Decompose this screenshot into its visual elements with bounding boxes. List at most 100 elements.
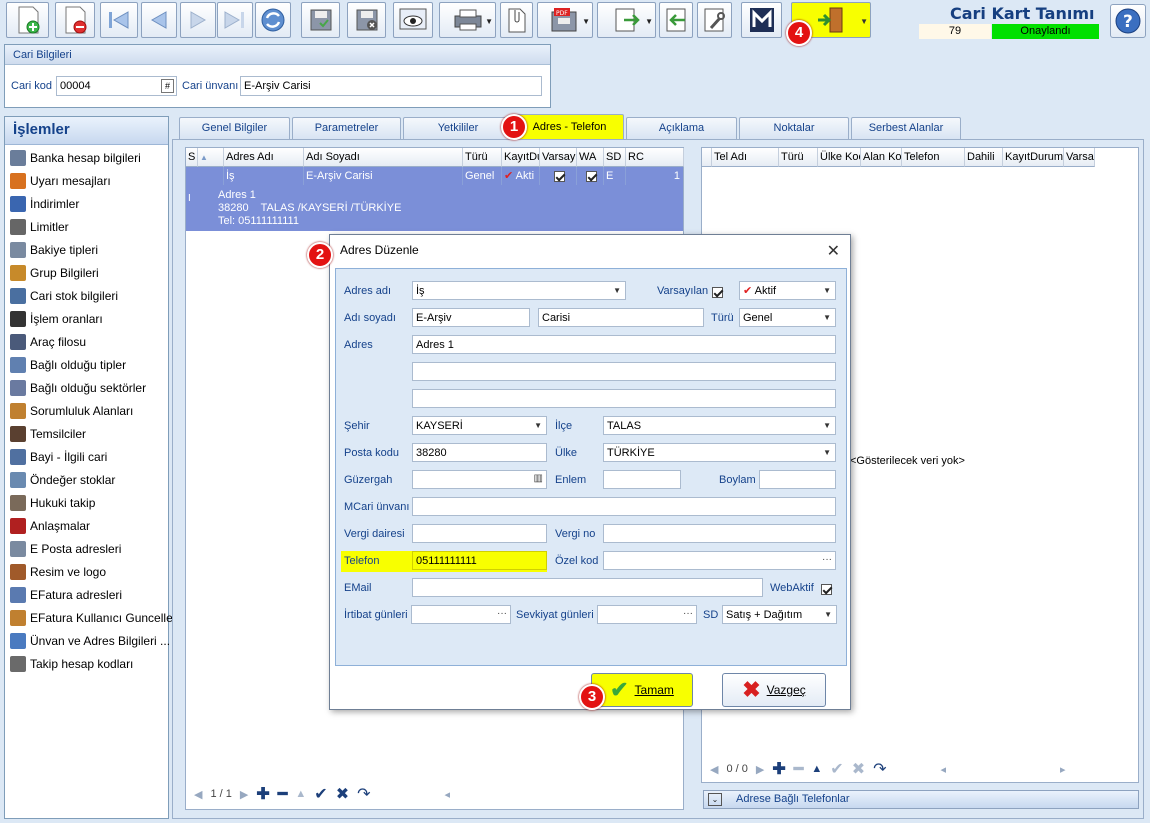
vergi-no-input[interactable]: [603, 524, 836, 543]
sidebar-item-group[interactable]: Grup Bilgileri: [5, 261, 168, 284]
col-header-rc[interactable]: RC: [626, 148, 684, 167]
previous-page-icon[interactable]: ◀: [710, 763, 718, 776]
tab-parametreler[interactable]: Parametreler: [292, 117, 401, 139]
webaktif-checkbox[interactable]: [821, 582, 832, 596]
tab-noktalar[interactable]: Noktalar: [739, 117, 849, 139]
first-record-button[interactable]: [100, 2, 138, 38]
sidebar-item-address[interactable]: Ünvan ve Adres Bilgileri ...: [5, 629, 170, 652]
sidebar-item-warning[interactable]: Uyarı mesajları: [5, 169, 168, 192]
sidebar-item-fleet[interactable]: Araç filosu: [5, 330, 168, 353]
cancel-edit-icon[interactable]: ✖: [336, 784, 349, 804]
sidebar-item-bank[interactable]: Banka hesap bilgileri: [5, 146, 168, 169]
col-header-varsayilan[interactable]: Varsa: [1064, 148, 1095, 167]
help-button[interactable]: ?: [1110, 4, 1146, 38]
tab-yetkililer[interactable]: Yetkililer: [403, 117, 513, 139]
add-row-icon[interactable]: ✚: [256, 784, 269, 804]
pdf-export-button[interactable]: PDF ▼: [537, 2, 593, 38]
export-button[interactable]: ▼: [597, 2, 656, 38]
status-select[interactable]: ✔ Aktif ▼: [739, 281, 836, 300]
guzergah-input[interactable]: ▥: [412, 470, 547, 489]
col-header-dahili[interactable]: Dahili: [965, 148, 1003, 167]
checkbox-icon[interactable]: [585, 170, 597, 182]
turu-select[interactable]: Genel ▼: [739, 308, 836, 327]
col-header-tel-adi[interactable]: Tel Adı: [712, 148, 779, 167]
previous-page-icon[interactable]: ◀: [194, 788, 202, 801]
email-input[interactable]: [412, 578, 763, 597]
checkbox-icon[interactable]: [553, 170, 565, 182]
col-header-kayit[interactable]: KayıtDu: [502, 148, 540, 167]
remove-row-icon[interactable]: ━: [794, 759, 804, 779]
next-page-icon[interactable]: ▶: [756, 763, 764, 776]
cancel-edit-icon[interactable]: ✖: [852, 759, 865, 779]
ilce-select[interactable]: TALAS ▼: [603, 416, 836, 435]
col-header-wa[interactable]: WA: [577, 148, 604, 167]
grid-lookup-icon[interactable]: ▥: [534, 471, 543, 487]
sidebar-item-image[interactable]: Resim ve logo: [5, 560, 168, 583]
next-page-icon[interactable]: ▶: [240, 788, 248, 801]
move-up-icon[interactable]: ▲: [295, 788, 306, 800]
grid-lookup-icon[interactable]: #: [161, 79, 174, 93]
vazgec-button[interactable]: ✖ Vazgeç: [722, 673, 826, 707]
confirm-icon[interactable]: ✔: [830, 759, 843, 779]
enlem-input[interactable]: [603, 470, 681, 489]
ulke-select[interactable]: TÜRKİYE ▼: [603, 443, 836, 462]
add-row-icon[interactable]: ✚: [772, 759, 785, 779]
last-record-button[interactable]: [217, 2, 253, 38]
col-header-sd[interactable]: SD: [604, 148, 626, 167]
confirm-icon[interactable]: ✔: [314, 784, 327, 804]
sidebar-item-einvoice[interactable]: EFatura adresleri: [5, 583, 168, 606]
soyadi-input[interactable]: Carisi: [538, 308, 704, 327]
adres-line-2[interactable]: [412, 362, 836, 381]
col-header-kayit-durumu[interactable]: KayıtDurumu: [1003, 148, 1064, 167]
sidebar-item-discount[interactable]: İndirimler: [5, 192, 168, 215]
adres-line-1[interactable]: Adres 1: [412, 335, 836, 354]
tab-aciklama[interactable]: Açıklama: [626, 117, 737, 139]
cancel-save-button[interactable]: [347, 2, 386, 38]
ellipsis-icon[interactable]: ···: [683, 606, 693, 622]
telefon-input[interactable]: 05111111111: [412, 551, 547, 570]
import-button[interactable]: [659, 2, 693, 38]
undo-icon[interactable]: ↷: [873, 759, 886, 779]
irtibat-gunleri-input[interactable]: ···: [411, 605, 511, 624]
sidebar-item-legal[interactable]: Hukuki takip: [5, 491, 168, 514]
sidebar-item-stock[interactable]: Cari stok bilgileri: [5, 284, 168, 307]
tab-genel-bilgiler[interactable]: Genel Bilgiler: [179, 117, 290, 139]
cari-unvan-input[interactable]: E-Arşiv Carisi: [240, 76, 542, 96]
adi-input[interactable]: E-Arşiv: [412, 308, 530, 327]
logo-m-button[interactable]: [741, 2, 782, 38]
ellipsis-icon[interactable]: ···: [497, 606, 507, 622]
sidebar-item-responsibility[interactable]: Sorumluluk Alanları: [5, 399, 168, 422]
tamam-button[interactable]: ✔ Tamam: [591, 673, 693, 707]
sehir-select[interactable]: KAYSERİ ▼: [412, 416, 547, 435]
previous-record-button[interactable]: [141, 2, 177, 38]
col-header-turu[interactable]: Türü: [779, 148, 818, 167]
preview-button[interactable]: [393, 2, 433, 38]
cari-kod-input[interactable]: 00004 #: [56, 76, 177, 96]
attach-button[interactable]: [500, 2, 533, 38]
tab-adres-telefon[interactable]: Adres - Telefon: [515, 114, 624, 139]
sidebar-item-types[interactable]: Bağlı olduğu tipler: [5, 353, 168, 376]
vergi-dairesi-input[interactable]: [412, 524, 547, 543]
remove-row-icon[interactable]: ━: [278, 784, 288, 804]
sidebar-item-agreement[interactable]: Anlaşmalar: [5, 514, 168, 537]
sidebar-item-einvoice-user[interactable]: EFatura Kullanıcı Guncelle: [5, 606, 173, 629]
phones-collapse-bar[interactable]: ⌄ Adrese Bağlı Telefonlar: [703, 790, 1139, 809]
sidebar-item-dealer[interactable]: Bayi - İlgili cari: [5, 445, 168, 468]
col-header-turu[interactable]: Türü: [463, 148, 502, 167]
tab-serbest-alanlar[interactable]: Serbest Alanlar: [851, 117, 961, 139]
col-header-s[interactable]: S: [186, 148, 198, 167]
sidebar-item-sectors[interactable]: Bağlı olduğu sektörler: [5, 376, 168, 399]
move-up-icon[interactable]: ▲: [811, 763, 822, 775]
close-icon[interactable]: ✕: [827, 241, 840, 261]
selected-row[interactable]: İş E-Arşiv Carisi Genel ✔ Akti E 1 I Adr…: [186, 167, 683, 231]
sidebar-item-default-stock[interactable]: Öndeğer stoklar: [5, 468, 168, 491]
add-record-button[interactable]: [6, 2, 49, 38]
sidebar-item-percent[interactable]: İşlem oranları: [5, 307, 168, 330]
print-button[interactable]: ▼: [439, 2, 496, 38]
next-record-button[interactable]: [180, 2, 216, 38]
sidebar-item-email[interactable]: E Posta adresleri: [5, 537, 168, 560]
sevkiyat-gunleri-input[interactable]: ···: [597, 605, 697, 624]
boylam-input[interactable]: [759, 470, 836, 489]
refresh-button[interactable]: [255, 2, 291, 38]
col-header-ulke-kodu[interactable]: Ülke Koc: [818, 148, 861, 167]
